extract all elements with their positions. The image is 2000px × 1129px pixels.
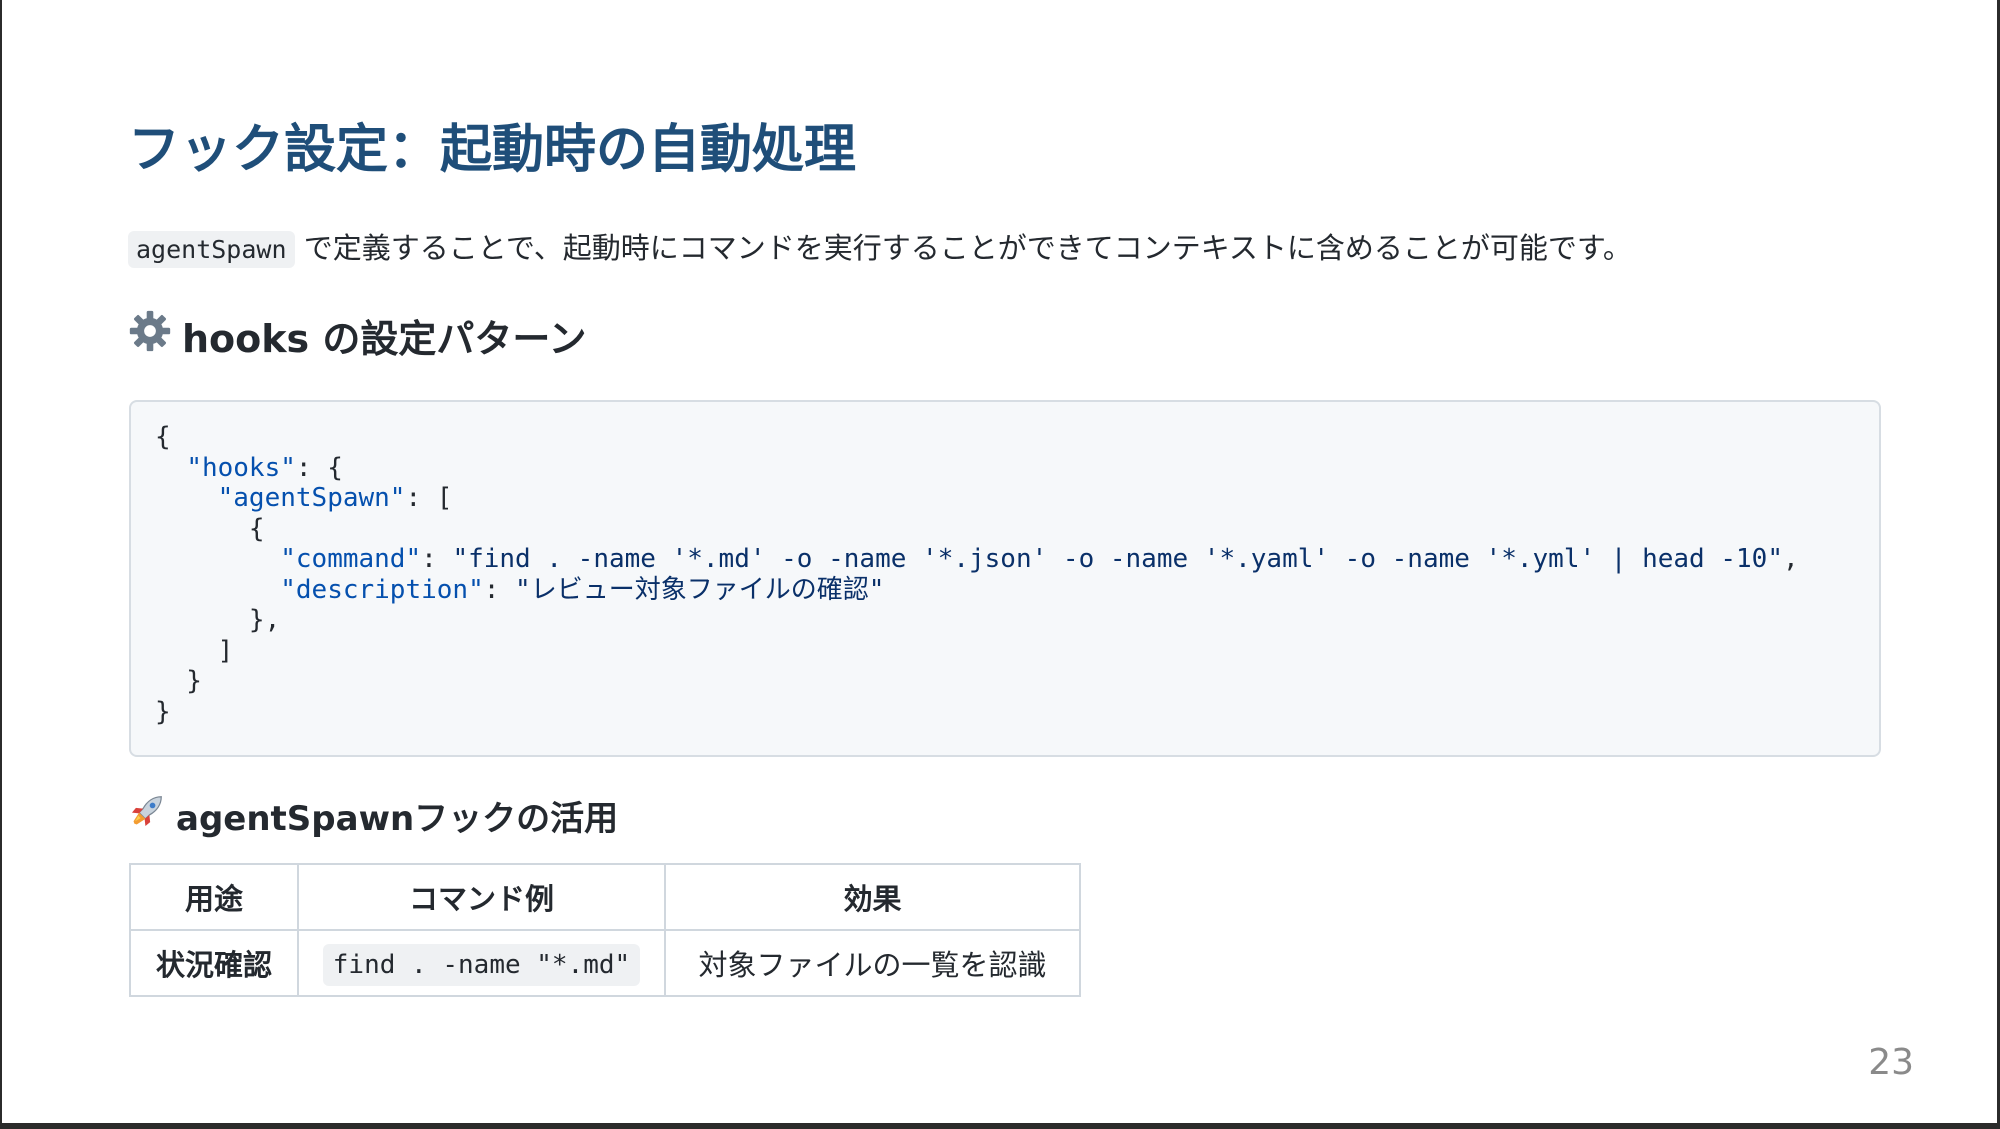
code-line: "agentSpawn": [ [217, 483, 453, 513]
inline-code-command: find . -name "*.md" [322, 944, 641, 986]
code-line: } [155, 666, 202, 696]
code-line: { [155, 422, 171, 452]
table-header-effect: 効果 [664, 863, 1081, 931]
table-header-row: 用途 コマンド例 効果 [129, 863, 1081, 931]
agentspawn-section-heading: agentSpawnフックの活用 [128, 791, 618, 839]
intro-paragraph: agentSpawn で定義することで、起動時にコマンドを実行することができてコ… [128, 228, 1632, 270]
inline-code-agentspawn: agentSpawn [128, 231, 295, 268]
code-line: "command": "find . -name '*.md' -o -name… [280, 544, 1799, 574]
table-header-usage: 用途 [129, 863, 299, 931]
table-header-command: コマンド例 [297, 863, 666, 931]
table-cell-effect: 対象ファイルの一覧を認識 [664, 929, 1081, 997]
agentspawn-usage-table: 用途 コマンド例 効果 状況確認 find . -name "*.md" 対象フ… [129, 863, 1081, 997]
code-line: "hooks": { [186, 452, 343, 483]
page-number: 23 [1868, 1042, 1914, 1083]
hooks-section-heading: hooks の設定パターン [128, 309, 587, 361]
hooks-heading-text: hooks の設定パターン [182, 316, 587, 361]
table-cell-usage: 状況確認 [129, 929, 299, 997]
table-row: 状況確認 find . -name "*.md" 対象ファイルの一覧を認識 [129, 929, 1081, 997]
code-line: "description": "レビュー対象ファイルの確認" [280, 574, 885, 605]
code-block: { "hooks": { "agentSpawn": [ { "command"… [129, 400, 1881, 757]
code-line: ] [155, 635, 234, 666]
code-line: }, [155, 605, 281, 635]
slide: フック設定：起動時の自動処理 agentSpawn で定義することで、起動時にコ… [2, 0, 1997, 1123]
agentspawn-heading-text: agentSpawnフックの活用 [176, 798, 619, 839]
code-line: { [155, 513, 265, 544]
code-content: { "hooks": { "agentSpawn": [ { "command"… [155, 422, 1855, 727]
rocket-icon [128, 792, 166, 839]
table-cell-command: find . -name "*.md" [297, 929, 666, 997]
gear-icon [128, 309, 172, 362]
page-title: フック設定：起動時の自動処理 [128, 120, 857, 180]
code-line: } [155, 696, 171, 727]
intro-text: で定義することで、起動時にコマンドを実行することができてコンテキストに含めること… [303, 231, 1632, 265]
